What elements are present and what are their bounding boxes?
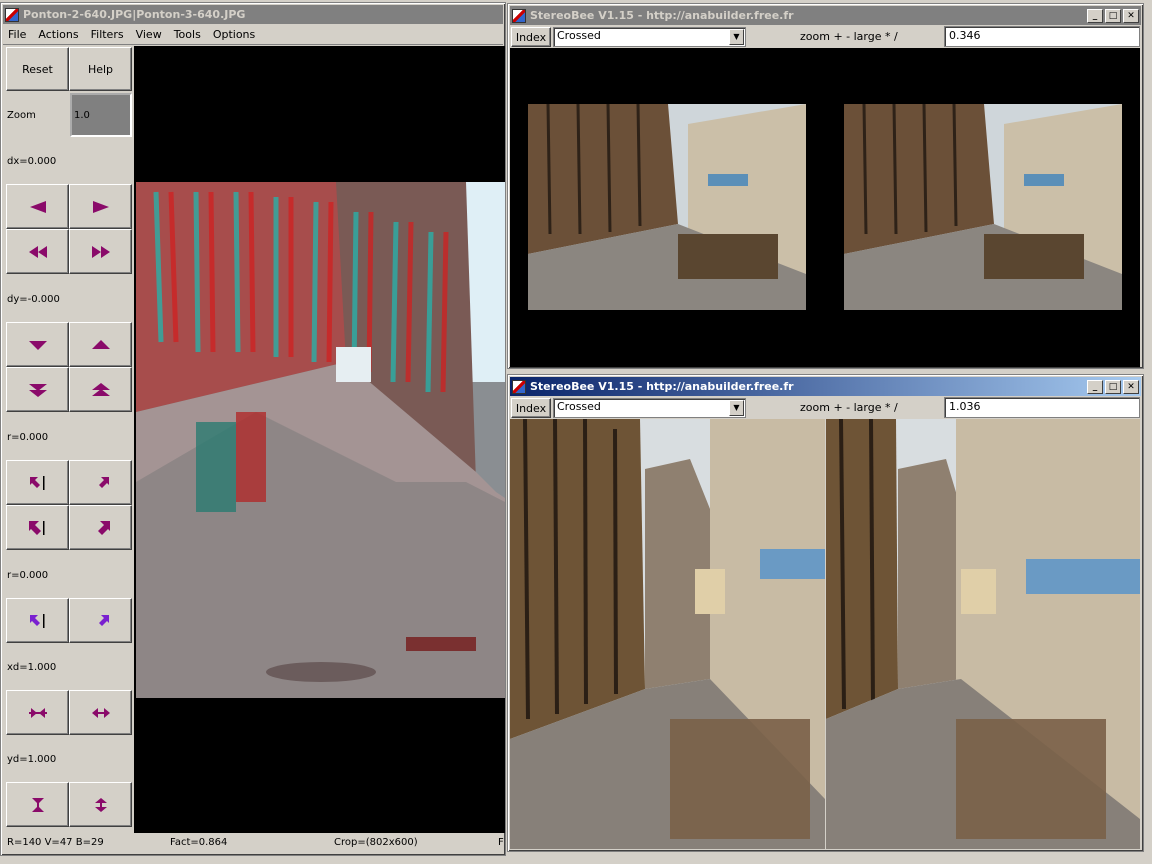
street-photo-large-left bbox=[510, 419, 825, 849]
rotate-both-right-icon bbox=[98, 614, 109, 626]
top-zoom-caption: zoom + - large * / bbox=[800, 30, 898, 43]
horizontal-expand-icon bbox=[91, 707, 110, 718]
zoom-input[interactable]: 1.0 bbox=[70, 93, 132, 137]
rotate-right-icon bbox=[98, 476, 109, 488]
bottom-window-titlebar[interactable]: StereoBee V1.15 - http://anabuilder.free… bbox=[510, 377, 1141, 396]
rotate-both-cw-button[interactable] bbox=[69, 598, 132, 643]
rotate-ccw-fast-button[interactable] bbox=[6, 505, 69, 550]
yd-label: yd=1.000 bbox=[7, 754, 57, 765]
vertical-shrink-icon bbox=[31, 797, 44, 812]
shift-right-button[interactable] bbox=[69, 184, 132, 229]
double-arrow-up-icon bbox=[91, 382, 110, 396]
menu-options[interactable]: Options bbox=[208, 28, 260, 41]
top-window-title: StereoBee V1.15 - http://anabuilder.free… bbox=[530, 9, 794, 22]
menu-file[interactable]: File bbox=[3, 28, 31, 41]
top-mode-select[interactable]: Crossed ▼ bbox=[553, 27, 746, 47]
x-shrink-button[interactable] bbox=[6, 690, 69, 735]
anaglyph-photo bbox=[136, 182, 505, 698]
status-crop: Crop=(802x600) bbox=[334, 837, 418, 848]
horizontal-shrink-icon bbox=[28, 707, 47, 718]
fast-right-button[interactable] bbox=[69, 229, 132, 274]
app-icon bbox=[5, 7, 19, 22]
chevron-down-icon[interactable]: ▼ bbox=[729, 400, 744, 416]
fast-left-button[interactable] bbox=[6, 229, 69, 274]
left-window-titlebar[interactable]: Ponton-2-640.JPG|Ponton-3-640.JPG bbox=[3, 5, 503, 24]
bottom-right-view[interactable] bbox=[826, 419, 1140, 849]
street-photo-large-right bbox=[826, 419, 1140, 849]
xd-label: xd=1.000 bbox=[7, 662, 57, 673]
fast-down-button[interactable] bbox=[6, 367, 69, 412]
x-expand-button[interactable] bbox=[69, 690, 132, 735]
app-icon bbox=[512, 8, 526, 23]
y-shrink-button[interactable] bbox=[6, 782, 69, 827]
help-button[interactable]: Help bbox=[69, 47, 132, 91]
rotate-both-left-icon bbox=[29, 613, 44, 628]
top-right-view[interactable] bbox=[844, 104, 1122, 310]
top-window-titlebar[interactable]: StereoBee V1.15 - http://anabuilder.free… bbox=[510, 6, 1141, 25]
minimize-button[interactable]: _ bbox=[1087, 379, 1103, 394]
bottom-index-button[interactable]: Index bbox=[511, 398, 551, 418]
maximize-button[interactable]: □ bbox=[1105, 8, 1121, 23]
vertical-expand-icon bbox=[94, 797, 107, 812]
rotate-ccw-button[interactable] bbox=[6, 460, 69, 505]
status-f: F bbox=[498, 837, 504, 848]
bottom-zoom-input[interactable]: 1.036 bbox=[944, 397, 1140, 418]
bottom-zoom-caption: zoom + - large * / bbox=[800, 401, 898, 414]
shift-up-button[interactable] bbox=[69, 322, 132, 367]
zoom-label: Zoom bbox=[7, 110, 36, 121]
close-button[interactable]: ✕ bbox=[1123, 379, 1139, 394]
menu-tools[interactable]: Tools bbox=[169, 28, 206, 41]
top-zoom-input[interactable]: 0.346 bbox=[944, 26, 1140, 47]
menu-actions[interactable]: Actions bbox=[33, 28, 83, 41]
reset-button[interactable]: Reset bbox=[6, 47, 69, 91]
dy-label: dy=-0.000 bbox=[7, 294, 60, 305]
shift-down-button[interactable] bbox=[6, 322, 69, 367]
y-expand-button[interactable] bbox=[69, 782, 132, 827]
rotate-right-fast-icon bbox=[97, 520, 110, 535]
menu-view[interactable]: View bbox=[131, 28, 167, 41]
bottom-window-title: StereoBee V1.15 - http://anabuilder.free… bbox=[530, 380, 794, 393]
rotate-both-ccw-button[interactable] bbox=[6, 598, 69, 643]
shift-left-button[interactable] bbox=[6, 184, 69, 229]
top-index-button[interactable]: Index bbox=[511, 27, 551, 47]
menu-bar: File Actions Filters View Tools Options bbox=[3, 25, 503, 45]
menu-filters[interactable]: Filters bbox=[86, 28, 129, 41]
anaglyph-image[interactable] bbox=[136, 182, 505, 698]
bottom-left-view[interactable] bbox=[510, 419, 825, 849]
double-arrow-down-icon bbox=[28, 383, 47, 397]
rotate-cw-button[interactable] bbox=[69, 460, 132, 505]
top-left-view[interactable] bbox=[528, 104, 806, 310]
arrow-right-icon bbox=[92, 200, 109, 213]
street-photo-left bbox=[528, 104, 806, 310]
bottom-mode-value: Crossed bbox=[557, 400, 601, 413]
rotate-left-fast-icon bbox=[28, 520, 44, 535]
rotate-cw-fast-button[interactable] bbox=[69, 505, 132, 550]
fast-up-button[interactable] bbox=[69, 367, 132, 412]
rotation-label: r=0.000 bbox=[7, 432, 49, 443]
top-mode-value: Crossed bbox=[557, 29, 601, 42]
rotate-left-icon bbox=[29, 475, 44, 490]
arrow-down-icon bbox=[28, 340, 47, 350]
double-arrow-right-icon bbox=[91, 245, 110, 258]
double-arrow-left-icon bbox=[28, 245, 47, 258]
rotation-both-label: r=0.000 bbox=[7, 570, 49, 581]
close-button[interactable]: ✕ bbox=[1123, 8, 1139, 23]
maximize-button[interactable]: □ bbox=[1105, 379, 1121, 394]
minimize-button[interactable]: _ bbox=[1087, 8, 1103, 23]
chevron-down-icon[interactable]: ▼ bbox=[729, 29, 744, 45]
status-fact: Fact=0.864 bbox=[170, 837, 228, 848]
status-rgb: R=140 V=47 B=29 bbox=[7, 837, 104, 848]
street-photo-right bbox=[844, 104, 1122, 310]
bottom-mode-select[interactable]: Crossed ▼ bbox=[553, 398, 746, 418]
app-icon bbox=[512, 379, 526, 394]
dx-label: dx=0.000 bbox=[7, 156, 57, 167]
arrow-up-icon bbox=[91, 339, 110, 349]
arrow-left-icon bbox=[29, 200, 46, 213]
left-window-title: Ponton-2-640.JPG|Ponton-3-640.JPG bbox=[23, 8, 246, 21]
